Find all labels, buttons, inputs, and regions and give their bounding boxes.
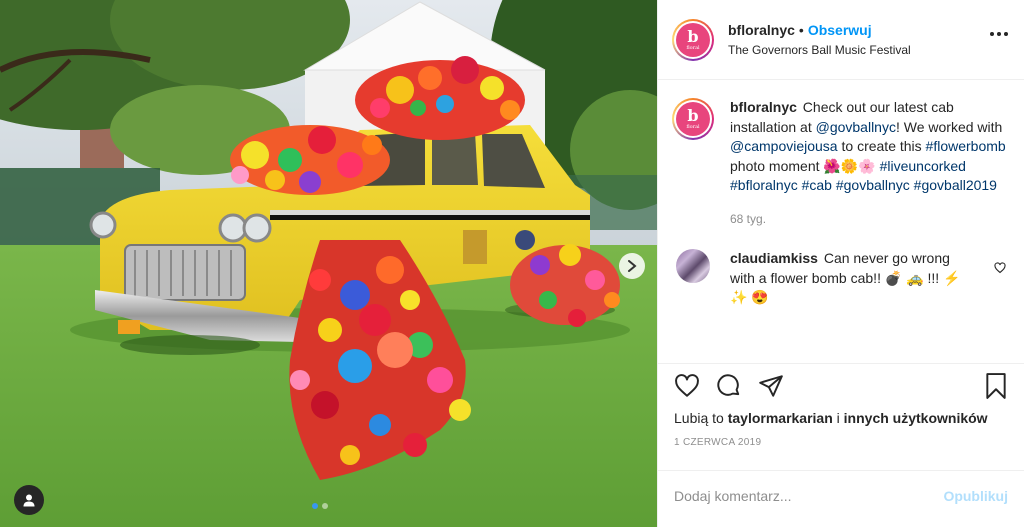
instagram-post: b floral bfloralnyc • Obserwuj The Gover… <box>0 0 1024 527</box>
publish-comment-button[interactable]: Opublikuj <box>943 488 1008 504</box>
caption-part: ! We worked with <box>895 118 1003 135</box>
hashtag-link[interactable]: #liveuncorked <box>880 158 966 174</box>
comment-item: claudiamkiss Can never go wrong with a f… <box>672 249 1010 308</box>
comment-text: claudiamkiss Can never go wrong with a f… <box>730 249 975 308</box>
post-header: b floral bfloralnyc • Obserwuj The Gover… <box>658 0 1024 80</box>
separator-dot: • <box>798 22 804 38</box>
caption-age[interactable]: 68 tyg. <box>730 210 1010 230</box>
liker-username[interactable]: taylormarkarian <box>728 410 833 426</box>
chevron-right-icon <box>628 260 637 272</box>
hashtag-link[interactable]: #govballnyc <box>836 177 910 193</box>
caption-avatar[interactable]: b floral <box>672 98 714 140</box>
share-paper-plane-icon[interactable] <box>758 373 784 399</box>
user-icon <box>23 494 35 507</box>
comments-section[interactable]: b floral bfloralnyc Check out our latest… <box>658 80 1024 363</box>
carousel-next-button[interactable] <box>619 253 645 279</box>
action-bar <box>658 363 1024 407</box>
likes-mid: i <box>832 410 844 426</box>
carousel-indicator <box>312 503 328 509</box>
add-comment-bar: Opublikuj <box>658 470 1024 520</box>
more-options-icon[interactable] <box>990 32 1008 36</box>
caption-part: to create this <box>837 138 926 154</box>
hood-flowers <box>230 125 390 195</box>
commenter-username[interactable]: claudiamkiss <box>730 250 818 266</box>
bookmark-icon[interactable] <box>984 373 1008 402</box>
carousel-dot <box>322 503 328 509</box>
author-username[interactable]: bfloralnyc <box>728 22 795 38</box>
hashtag-link[interactable]: #govball2019 <box>914 177 997 193</box>
mention-link[interactable]: @govballnyc <box>816 119 896 135</box>
post-date[interactable]: 1 CZERWCA 2019 <box>658 426 1024 448</box>
caption-text: bfloralnyc Check out our latest cab inst… <box>730 98 1010 196</box>
hashtag-link[interactable]: #flowerbomb <box>926 138 1006 154</box>
carousel-dot-active <box>312 503 318 509</box>
caption-part: photo moment 🌺🌼🌸 <box>730 157 880 174</box>
likes-others-link[interactable]: innych użytkowników <box>844 410 988 426</box>
likes-summary: Lubią to taylormarkarian i innych użytko… <box>658 407 1024 426</box>
avatar-letter: b <box>687 106 699 125</box>
post-media[interactable] <box>0 0 657 527</box>
hashtag-link[interactable]: #cab <box>802 177 832 193</box>
comment-like-icon[interactable] <box>994 261 1006 277</box>
likes-prefix: Lubią to <box>674 410 728 426</box>
mention-link[interactable]: @campoviejousa <box>730 138 838 154</box>
avatar-letter: b <box>687 26 699 46</box>
hashtag-link[interactable]: #bfloralnyc <box>730 177 798 193</box>
post-location[interactable]: The Governors Ball Music Festival <box>728 43 911 57</box>
commenter-avatar[interactable] <box>676 249 710 283</box>
caption: b floral bfloralnyc Check out our latest… <box>672 98 1010 229</box>
post-sidebar: b floral bfloralnyc • Obserwuj The Gover… <box>657 0 1024 527</box>
author-avatar[interactable]: b floral <box>672 18 714 61</box>
avatar-sub: floral <box>686 44 700 51</box>
comment-bubble-icon[interactable] <box>716 373 742 399</box>
avatar-sub: floral <box>686 124 700 130</box>
caption-username[interactable]: bfloralnyc <box>730 99 797 115</box>
tagged-users-button[interactable] <box>14 485 44 515</box>
taxi-flower-photo <box>0 0 657 527</box>
comment-input[interactable] <box>674 487 944 504</box>
checker-strip <box>270 210 590 220</box>
follow-button[interactable]: Obserwuj <box>808 22 872 38</box>
like-heart-icon[interactable] <box>674 373 700 399</box>
